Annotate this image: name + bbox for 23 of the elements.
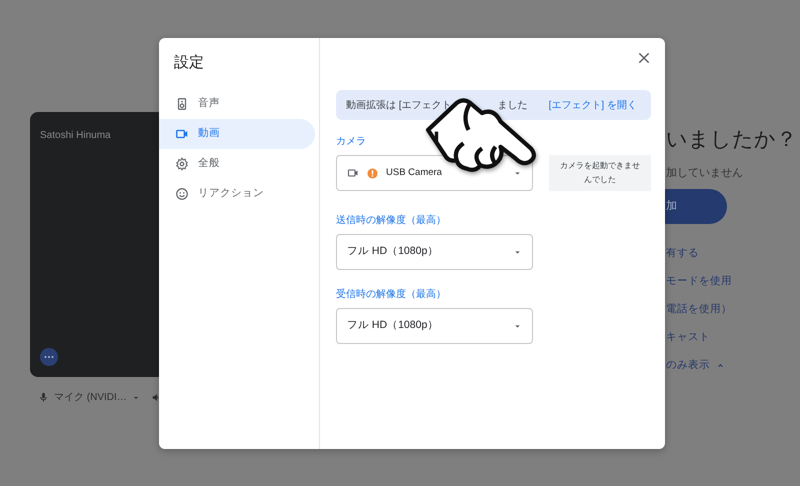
meeting-option-link[interactable]: 有する	[666, 246, 732, 261]
meeting-option-link[interactable]: モードを使用	[666, 274, 732, 289]
meeting-option-link[interactable]: のみ表示	[666, 358, 732, 373]
dialog-title: 設定	[173, 53, 205, 73]
settings-nav-item[interactable]: 動画	[159, 118, 315, 148]
field-label: カメラ	[336, 135, 367, 149]
field-label: 受信時の解像度（最高）	[336, 288, 447, 302]
field-label: 送信時の解像度（最高）	[336, 214, 447, 228]
banner-text: ました	[498, 98, 528, 112]
participant-name: Satoshi Hinuma	[40, 129, 111, 143]
resolution-select[interactable]: フル HD（1080p）	[336, 308, 533, 344]
open-effects-link[interactable]: [エフェクト] を開く	[548, 98, 637, 112]
microphone-selector[interactable]: マイク (NVIDI…	[54, 390, 127, 405]
meeting-heading: いましたか？	[666, 127, 797, 153]
meeting-option-link[interactable]: キャスト	[666, 330, 732, 345]
settings-nav-item[interactable]: リアクション	[159, 178, 315, 208]
meeting-option-link[interactable]: 電話を使用）	[666, 302, 732, 317]
settings-nav-item[interactable]: 音声	[159, 88, 315, 118]
camera-error-message: カメラを起動できませんでした	[549, 155, 651, 191]
banner-text: 動画拡張は [エフェクト	[346, 98, 452, 112]
status-text: 加していません	[666, 166, 743, 181]
resolution-select[interactable]: フル HD（1080p）	[336, 234, 533, 270]
settings-nav-item[interactable]: 全般	[159, 148, 315, 178]
